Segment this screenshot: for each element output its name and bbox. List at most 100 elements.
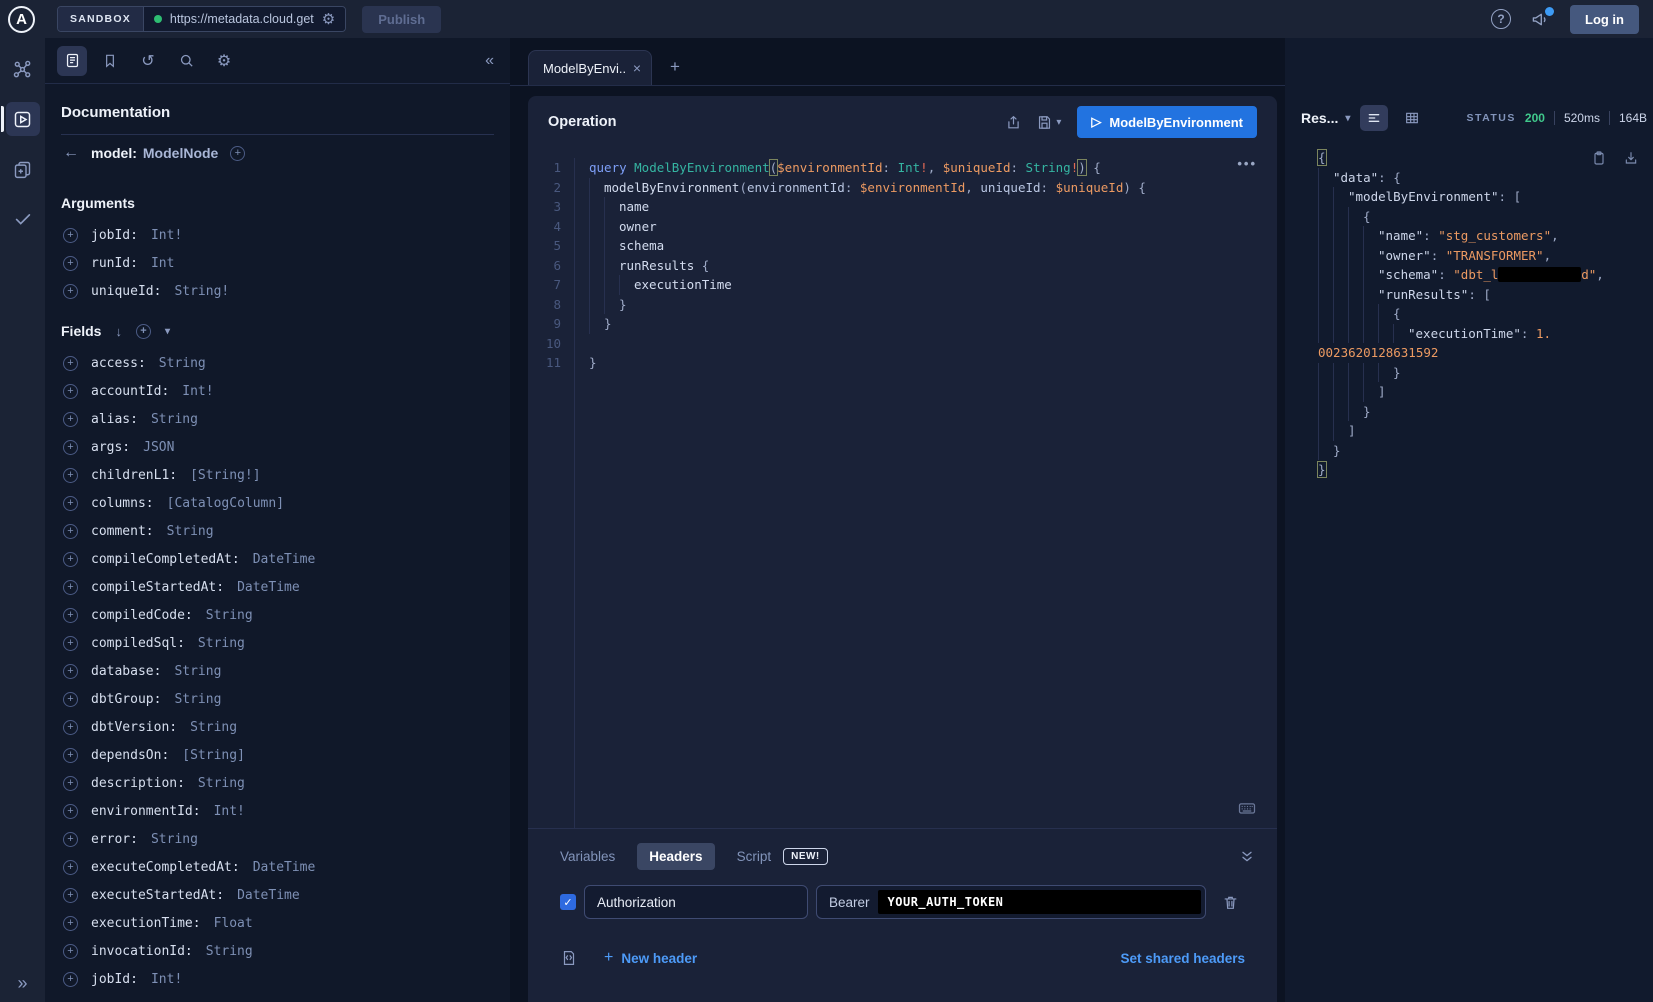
add-model-icon[interactable]: + (230, 146, 245, 161)
save-options-chevron-icon[interactable]: ▾ (1056, 117, 1061, 128)
add-to-query-icon[interactable]: + (63, 608, 78, 623)
field-item[interactable]: +access:String (61, 349, 494, 377)
field-item[interactable]: +invocationId:String (61, 937, 494, 965)
endpoint-url-field[interactable]: https://metadata.cloud.get ⚙ (144, 7, 345, 31)
field-type[interactable]: String (151, 412, 198, 427)
field-item[interactable]: +error:String (61, 825, 494, 853)
fields-options-chevron-icon[interactable]: ▾ (165, 326, 170, 337)
header-key-input[interactable]: Authorization (584, 885, 808, 919)
field-type[interactable]: DateTime (253, 860, 316, 875)
field-type[interactable]: DateTime (237, 580, 300, 595)
search-icon[interactable] (171, 46, 201, 76)
argument-item[interactable]: +runId:Int (61, 249, 494, 277)
field-item[interactable]: +args:JSON (61, 433, 494, 461)
field-type[interactable]: JSON (143, 440, 174, 455)
add-to-query-icon[interactable]: + (63, 440, 78, 455)
add-to-query-icon[interactable]: + (63, 356, 78, 371)
collections-icon[interactable] (6, 152, 40, 186)
field-type[interactable]: Int! (151, 228, 182, 243)
field-type[interactable]: String (198, 636, 245, 651)
field-type[interactable]: Int (151, 256, 174, 271)
add-to-query-icon[interactable]: + (63, 888, 78, 903)
add-to-query-icon[interactable]: + (63, 916, 78, 931)
field-type[interactable]: String (190, 720, 237, 735)
field-type[interactable]: Int! (151, 972, 182, 987)
editor-more-menu-icon[interactable]: ••• (1237, 156, 1257, 171)
environment-variables-icon[interactable] (560, 949, 578, 967)
add-to-query-icon[interactable]: + (63, 636, 78, 651)
field-type[interactable]: [String] (182, 748, 245, 763)
add-to-query-icon[interactable]: + (63, 384, 78, 399)
save-operation-icon[interactable]: ▾ (1036, 114, 1061, 131)
field-type[interactable]: Float (214, 916, 253, 931)
keyboard-shortcuts-icon[interactable] (1237, 798, 1257, 818)
add-to-query-icon[interactable]: + (63, 860, 78, 875)
add-to-query-icon[interactable]: + (63, 748, 78, 763)
raw-view-toggle-icon[interactable] (1360, 105, 1388, 131)
settings-gear-icon[interactable]: ⚙ (209, 46, 239, 76)
argument-item[interactable]: +uniqueId:String! (61, 277, 494, 305)
help-icon[interactable]: ? (1491, 9, 1511, 29)
add-to-query-icon[interactable]: + (63, 228, 78, 243)
field-type[interactable]: DateTime (237, 888, 300, 903)
field-type[interactable]: [String!] (190, 468, 260, 483)
add-to-query-icon[interactable]: + (63, 552, 78, 567)
add-all-fields-icon[interactable]: + (136, 324, 151, 339)
add-to-query-icon[interactable]: + (63, 972, 78, 987)
response-body[interactable]: {"data": {"modelByEnvironment": [{"name"… (1285, 136, 1653, 480)
download-response-icon[interactable] (1623, 150, 1639, 166)
field-item[interactable]: +executionTime:Float (61, 909, 494, 937)
set-shared-headers-link[interactable]: Set shared headers (1120, 951, 1245, 966)
schema-graph-icon[interactable] (6, 52, 40, 86)
field-type[interactable]: String (174, 664, 221, 679)
table-view-toggle-icon[interactable] (1398, 105, 1426, 131)
documentation-tab-icon[interactable] (57, 46, 87, 76)
tab-script[interactable]: Script (737, 849, 772, 864)
add-to-query-icon[interactable]: + (63, 720, 78, 735)
close-tab-icon[interactable]: × (633, 60, 641, 76)
field-type[interactable]: String (151, 832, 198, 847)
header-enabled-checkbox[interactable]: ✓ (560, 894, 576, 910)
login-button[interactable]: Log in (1570, 5, 1639, 34)
field-item[interactable]: +executeStartedAt:DateTime (61, 881, 494, 909)
field-item[interactable]: +compileStartedAt:DateTime (61, 573, 494, 601)
add-to-query-icon[interactable]: + (63, 832, 78, 847)
field-item[interactable]: +jobId:Int! (61, 965, 494, 993)
operation-tab[interactable]: ModelByEnvi... × (528, 50, 652, 85)
response-dropdown[interactable]: Res... ▾ (1301, 110, 1350, 126)
field-type[interactable]: String (206, 944, 253, 959)
new-tab-icon[interactable]: + (670, 57, 680, 77)
collapse-docs-icon[interactable]: « (485, 52, 494, 70)
field-item[interactable]: +environmentId:Int! (61, 797, 494, 825)
expand-rail-icon[interactable]: » (0, 973, 45, 994)
field-type[interactable]: String! (174, 284, 229, 299)
field-item[interactable]: +dbtVersion:String (61, 713, 494, 741)
auth-token-value[interactable]: YOUR_AUTH_TOKEN (878, 890, 1201, 914)
share-operation-icon[interactable] (1005, 114, 1022, 131)
field-type[interactable]: String (206, 608, 253, 623)
field-item[interactable]: +executeCompletedAt:DateTime (61, 853, 494, 881)
add-to-query-icon[interactable]: + (63, 412, 78, 427)
field-item[interactable]: +alias:String (61, 405, 494, 433)
add-to-query-icon[interactable]: + (63, 944, 78, 959)
add-to-query-icon[interactable]: + (63, 664, 78, 679)
sort-fields-icon[interactable]: ↓ (115, 324, 122, 339)
field-type[interactable]: String (167, 524, 214, 539)
field-item[interactable]: +compiledSql:String (61, 629, 494, 657)
explorer-icon[interactable] (6, 102, 40, 136)
field-item[interactable]: +description:String (61, 769, 494, 797)
publish-button[interactable]: Publish (362, 6, 441, 33)
field-type[interactable]: String (159, 356, 206, 371)
add-to-query-icon[interactable]: + (63, 468, 78, 483)
argument-item[interactable]: +jobId:Int! (61, 221, 494, 249)
field-item[interactable]: +compileCompletedAt:DateTime (61, 545, 494, 573)
field-type[interactable]: String (198, 776, 245, 791)
field-item[interactable]: +comment:String (61, 517, 494, 545)
model-type-link[interactable]: ModelNode (143, 145, 218, 161)
add-to-query-icon[interactable]: + (63, 496, 78, 511)
field-type[interactable]: [CatalogColumn] (167, 496, 284, 511)
field-item[interactable]: +database:String (61, 657, 494, 685)
add-to-query-icon[interactable]: + (63, 284, 78, 299)
add-to-query-icon[interactable]: + (63, 524, 78, 539)
field-type[interactable]: Int! (182, 384, 213, 399)
